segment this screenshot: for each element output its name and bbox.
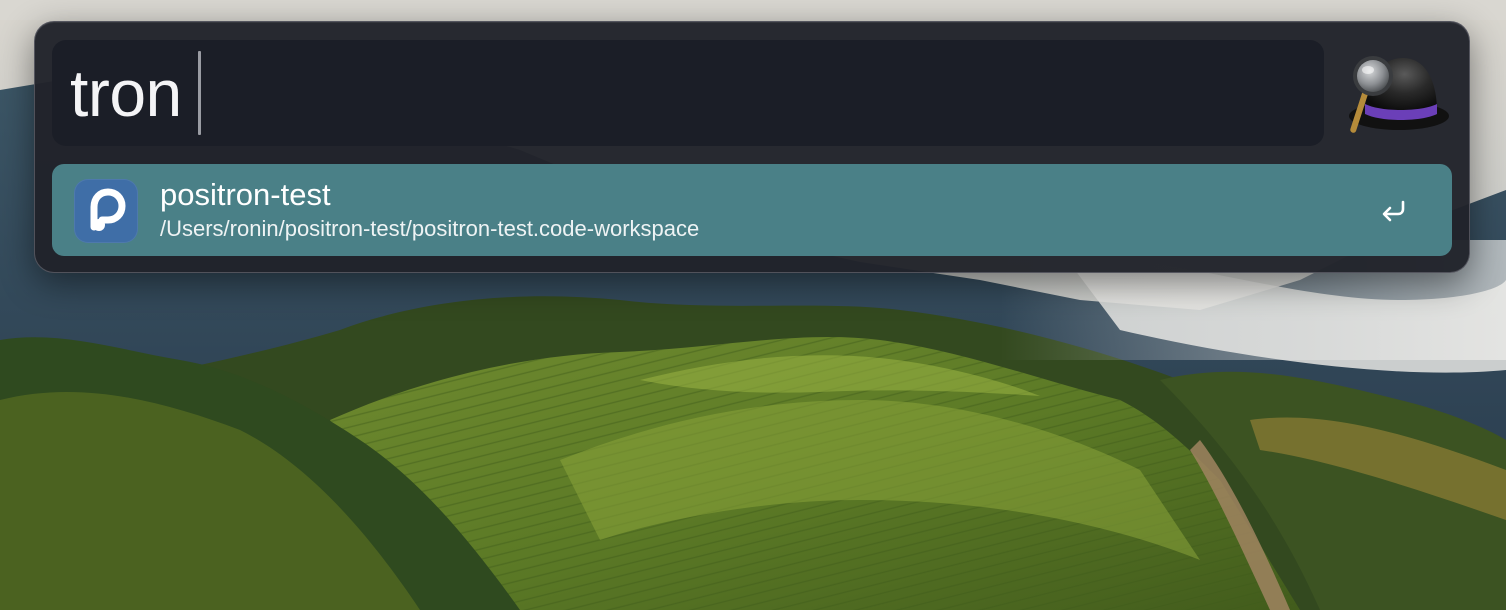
search-input[interactable]: tron (52, 40, 1324, 146)
result-title: positron-test (160, 177, 331, 212)
positron-app-icon (74, 179, 138, 243)
result-item-selected[interactable]: positron-test /Users/ronin/positron-test… (52, 164, 1452, 256)
text-caret (197, 51, 201, 135)
search-query-text: tron (70, 51, 201, 135)
alfred-launcher-window: tron positron-test /Users/ronin/positron… (34, 21, 1470, 273)
return-key-icon (1378, 194, 1410, 226)
search-query-value: tron (70, 56, 182, 130)
alfred-hat-magnifier-icon (1341, 46, 1451, 136)
result-subtitle-path: /Users/ronin/positron-test/positron-test… (160, 216, 700, 241)
